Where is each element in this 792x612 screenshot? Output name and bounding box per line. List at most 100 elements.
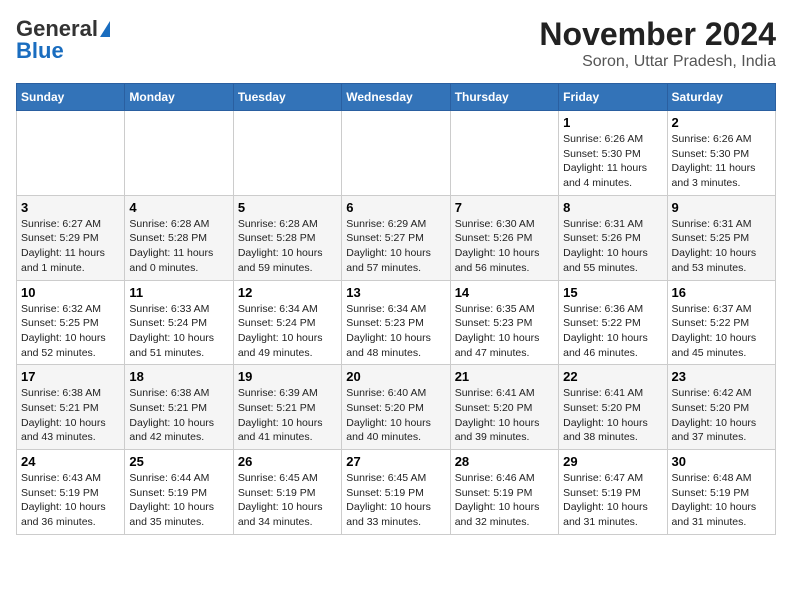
- day-number: 19: [238, 369, 337, 384]
- day-info: Sunrise: 6:33 AM Sunset: 5:24 PM Dayligh…: [129, 302, 228, 361]
- day-number: 25: [129, 454, 228, 469]
- calendar-week-0: 1 Sunrise: 6:26 AM Sunset: 5:30 PM Daylig…: [17, 111, 776, 196]
- calendar-cell: 17 Sunrise: 6:38 AM Sunset: 5:21 PM Dayli…: [17, 365, 125, 450]
- day-number: 26: [238, 454, 337, 469]
- day-info: Sunrise: 6:42 AM Sunset: 5:20 PM Dayligh…: [672, 386, 771, 445]
- calendar-cell: 26 Sunrise: 6:45 AM Sunset: 5:19 PM Dayli…: [233, 450, 341, 535]
- day-number: 8: [563, 200, 662, 215]
- calendar-cell: 5 Sunrise: 6:28 AM Sunset: 5:28 PM Daylig…: [233, 195, 341, 280]
- calendar-cell: 29 Sunrise: 6:47 AM Sunset: 5:19 PM Dayli…: [559, 450, 667, 535]
- day-number: 18: [129, 369, 228, 384]
- day-number: 1: [563, 115, 662, 130]
- day-number: 7: [455, 200, 554, 215]
- calendar-cell: 8 Sunrise: 6:31 AM Sunset: 5:26 PM Daylig…: [559, 195, 667, 280]
- day-number: 23: [672, 369, 771, 384]
- calendar-body: 1 Sunrise: 6:26 AM Sunset: 5:30 PM Daylig…: [17, 111, 776, 535]
- day-info: Sunrise: 6:47 AM Sunset: 5:19 PM Dayligh…: [563, 471, 662, 530]
- header-wednesday: Wednesday: [342, 84, 450, 111]
- logo-blue: Blue: [16, 38, 64, 64]
- day-number: 12: [238, 285, 337, 300]
- day-number: 10: [21, 285, 120, 300]
- day-info: Sunrise: 6:31 AM Sunset: 5:25 PM Dayligh…: [672, 217, 771, 276]
- day-info: Sunrise: 6:34 AM Sunset: 5:23 PM Dayligh…: [346, 302, 445, 361]
- day-number: 14: [455, 285, 554, 300]
- day-number: 22: [563, 369, 662, 384]
- calendar-week-1: 3 Sunrise: 6:27 AM Sunset: 5:29 PM Daylig…: [17, 195, 776, 280]
- calendar-cell: 3 Sunrise: 6:27 AM Sunset: 5:29 PM Daylig…: [17, 195, 125, 280]
- day-number: 27: [346, 454, 445, 469]
- day-number: 16: [672, 285, 771, 300]
- logo-arrow-icon: [100, 21, 110, 37]
- page-header: General Blue November 2024 Soron, Uttar …: [16, 16, 776, 71]
- day-info: Sunrise: 6:28 AM Sunset: 5:28 PM Dayligh…: [129, 217, 228, 276]
- header-saturday: Saturday: [667, 84, 775, 111]
- calendar-cell: [233, 111, 341, 196]
- calendar-cell: 19Sunrise: 6:39 AM Sunset: 5:21 PM Dayli…: [233, 365, 341, 450]
- day-number: 17: [21, 369, 120, 384]
- calendar-cell: 21Sunrise: 6:41 AM Sunset: 5:20 PM Dayli…: [450, 365, 558, 450]
- calendar-cell: 11 Sunrise: 6:33 AM Sunset: 5:24 PM Dayli…: [125, 280, 233, 365]
- calendar-cell: [450, 111, 558, 196]
- day-number: 11: [129, 285, 228, 300]
- calendar-week-3: 17 Sunrise: 6:38 AM Sunset: 5:21 PM Dayli…: [17, 365, 776, 450]
- header-monday: Monday: [125, 84, 233, 111]
- day-info: Sunrise: 6:38 AM Sunset: 5:21 PM Dayligh…: [21, 386, 120, 445]
- header-thursday: Thursday: [450, 84, 558, 111]
- day-info: Sunrise: 6:44 AM Sunset: 5:19 PM Dayligh…: [129, 471, 228, 530]
- day-info: Sunrise: 6:40 AM Sunset: 5:20 PM Dayligh…: [346, 386, 445, 445]
- day-info: Sunrise: 6:34 AM Sunset: 5:24 PM Dayligh…: [238, 302, 337, 361]
- day-info: Sunrise: 6:26 AM Sunset: 5:30 PM Dayligh…: [672, 132, 771, 191]
- page-subtitle: Soron, Uttar Pradesh, India: [539, 53, 776, 71]
- day-info: Sunrise: 6:29 AM Sunset: 5:27 PM Dayligh…: [346, 217, 445, 276]
- header-tuesday: Tuesday: [233, 84, 341, 111]
- day-number: 5: [238, 200, 337, 215]
- calendar-table: SundayMondayTuesdayWednesdayThursdayFrid…: [16, 83, 776, 535]
- day-number: 2: [672, 115, 771, 130]
- calendar-cell: 20 Sunrise: 6:40 AM Sunset: 5:20 PM Dayli…: [342, 365, 450, 450]
- calendar-cell: 28 Sunrise: 6:46 AM Sunset: 5:19 PM Dayli…: [450, 450, 558, 535]
- calendar-cell: 14Sunrise: 6:35 AM Sunset: 5:23 PM Dayli…: [450, 280, 558, 365]
- calendar-header-row: SundayMondayTuesdayWednesdayThursdayFrid…: [17, 84, 776, 111]
- day-info: Sunrise: 6:32 AM Sunset: 5:25 PM Dayligh…: [21, 302, 120, 361]
- day-info: Sunrise: 6:45 AM Sunset: 5:19 PM Dayligh…: [238, 471, 337, 530]
- title-block: November 2024 Soron, Uttar Pradesh, Indi…: [539, 16, 776, 71]
- header-sunday: Sunday: [17, 84, 125, 111]
- calendar-cell: 25 Sunrise: 6:44 AM Sunset: 5:19 PM Dayli…: [125, 450, 233, 535]
- day-info: Sunrise: 6:27 AM Sunset: 5:29 PM Dayligh…: [21, 217, 120, 276]
- day-info: Sunrise: 6:46 AM Sunset: 5:19 PM Dayligh…: [455, 471, 554, 530]
- day-info: Sunrise: 6:30 AM Sunset: 5:26 PM Dayligh…: [455, 217, 554, 276]
- day-number: 28: [455, 454, 554, 469]
- day-number: 15: [563, 285, 662, 300]
- day-info: Sunrise: 6:26 AM Sunset: 5:30 PM Dayligh…: [563, 132, 662, 191]
- calendar-cell: 30Sunrise: 6:48 AM Sunset: 5:19 PM Dayli…: [667, 450, 775, 535]
- calendar-cell: [125, 111, 233, 196]
- day-number: 24: [21, 454, 120, 469]
- calendar-cell: 6Sunrise: 6:29 AM Sunset: 5:27 PM Daylig…: [342, 195, 450, 280]
- calendar-cell: 13Sunrise: 6:34 AM Sunset: 5:23 PM Dayli…: [342, 280, 450, 365]
- calendar-week-2: 10 Sunrise: 6:32 AM Sunset: 5:25 PM Dayli…: [17, 280, 776, 365]
- day-info: Sunrise: 6:45 AM Sunset: 5:19 PM Dayligh…: [346, 471, 445, 530]
- day-number: 30: [672, 454, 771, 469]
- calendar-cell: 15 Sunrise: 6:36 AM Sunset: 5:22 PM Dayli…: [559, 280, 667, 365]
- day-info: Sunrise: 6:41 AM Sunset: 5:20 PM Dayligh…: [563, 386, 662, 445]
- day-number: 3: [21, 200, 120, 215]
- day-number: 9: [672, 200, 771, 215]
- calendar-cell: 7 Sunrise: 6:30 AM Sunset: 5:26 PM Daylig…: [450, 195, 558, 280]
- day-number: 29: [563, 454, 662, 469]
- page-title: November 2024: [539, 16, 776, 53]
- calendar-cell: 1 Sunrise: 6:26 AM Sunset: 5:30 PM Daylig…: [559, 111, 667, 196]
- calendar-cell: 9 Sunrise: 6:31 AM Sunset: 5:25 PM Daylig…: [667, 195, 775, 280]
- day-info: Sunrise: 6:43 AM Sunset: 5:19 PM Dayligh…: [21, 471, 120, 530]
- calendar-cell: 24 Sunrise: 6:43 AM Sunset: 5:19 PM Dayli…: [17, 450, 125, 535]
- header-friday: Friday: [559, 84, 667, 111]
- calendar-cell: 4 Sunrise: 6:28 AM Sunset: 5:28 PM Daylig…: [125, 195, 233, 280]
- day-info: Sunrise: 6:31 AM Sunset: 5:26 PM Dayligh…: [563, 217, 662, 276]
- calendar-cell: 16Sunrise: 6:37 AM Sunset: 5:22 PM Dayli…: [667, 280, 775, 365]
- day-number: 4: [129, 200, 228, 215]
- day-number: 21: [455, 369, 554, 384]
- day-info: Sunrise: 6:28 AM Sunset: 5:28 PM Dayligh…: [238, 217, 337, 276]
- calendar-week-4: 24 Sunrise: 6:43 AM Sunset: 5:19 PM Dayli…: [17, 450, 776, 535]
- day-number: 20: [346, 369, 445, 384]
- calendar-cell: 12 Sunrise: 6:34 AM Sunset: 5:24 PM Dayli…: [233, 280, 341, 365]
- day-info: Sunrise: 6:36 AM Sunset: 5:22 PM Dayligh…: [563, 302, 662, 361]
